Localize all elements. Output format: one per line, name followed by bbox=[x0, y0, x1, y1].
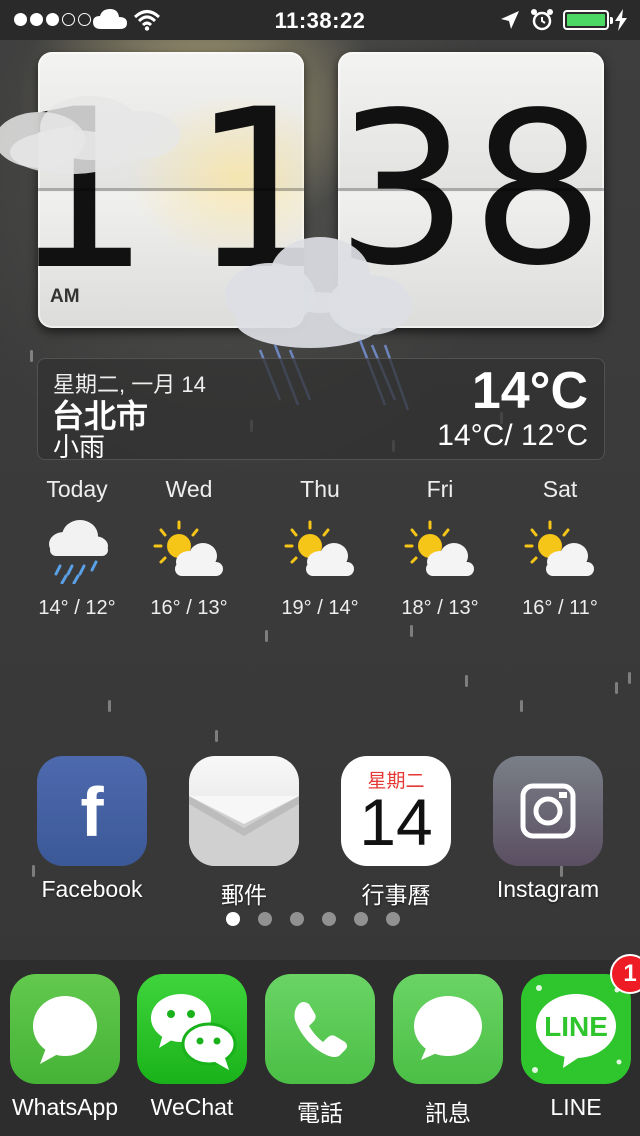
line-icon-text: LINE bbox=[544, 1011, 608, 1042]
forecast-day: Fri 18° / 13° bbox=[380, 476, 500, 620]
location-arrow-icon bbox=[501, 11, 519, 29]
weather-condition: 小雨 bbox=[53, 432, 106, 462]
forecast-temps: 14° / 12° bbox=[38, 597, 116, 619]
forecast-day-label: Fri bbox=[426, 476, 454, 502]
weather-summary[interactable]: 星期二, 一月 14 台北市 小雨 14°C 14°C/ 12°C bbox=[37, 358, 605, 462]
forecast-day-label: Sat bbox=[542, 476, 578, 502]
forecast-day-label: Wed bbox=[165, 476, 213, 502]
app-label: 訊息 bbox=[425, 1100, 471, 1126]
dock-app-line[interactable]: LINE LINE bbox=[511, 974, 640, 1121]
clock-ampm: AM bbox=[50, 286, 80, 307]
page-dot[interactable] bbox=[354, 912, 368, 926]
app-mail[interactable]: 郵件 bbox=[179, 756, 309, 910]
forecast-temps: 18° / 13° bbox=[401, 597, 479, 619]
partly-sunny-icon bbox=[404, 520, 474, 576]
partly-sunny-icon bbox=[284, 520, 354, 576]
forecast-day-label: Today bbox=[46, 476, 108, 502]
app-label: Instagram bbox=[496, 876, 600, 902]
dock-app-phone[interactable]: 電話 bbox=[255, 974, 385, 1128]
weather-temp-range: 14°C/ 12°C bbox=[437, 419, 588, 452]
battery-indicator bbox=[563, 10, 613, 30]
rain-cloud-icon bbox=[49, 520, 108, 584]
page-dot[interactable] bbox=[386, 912, 400, 926]
forecast-day: Sat 16° / 11° bbox=[500, 476, 620, 620]
wechat-icon[interactable] bbox=[137, 974, 247, 1084]
line-icon[interactable]: LINE bbox=[521, 974, 631, 1084]
weather-current-temp: 14°C bbox=[471, 362, 588, 420]
partly-sunny-icon bbox=[524, 520, 594, 576]
app-label: LINE bbox=[550, 1094, 602, 1120]
dock-app-wechat[interactable]: WeChat bbox=[127, 974, 257, 1121]
app-label: WhatsApp bbox=[11, 1094, 119, 1120]
page-dot[interactable] bbox=[226, 912, 240, 926]
app-label: 電話 bbox=[297, 1100, 343, 1126]
mail-icon[interactable] bbox=[189, 756, 299, 866]
clock-minutes-card[interactable]: 38 bbox=[338, 52, 604, 328]
clock-hours-card[interactable]: 11 AM bbox=[38, 52, 304, 328]
app-label: 行事曆 bbox=[361, 882, 431, 908]
forecast-day: Thu 19° / 14° bbox=[260, 476, 380, 620]
messages-icon[interactable] bbox=[393, 974, 503, 1084]
instagram-icon[interactable] bbox=[493, 756, 603, 866]
calendar-day: 14 bbox=[359, 785, 433, 859]
dock-app-whatsapp[interactable]: WhatsApp bbox=[0, 974, 130, 1121]
forecast-day: Wed 16° / 13° bbox=[129, 476, 249, 620]
page-indicator[interactable] bbox=[226, 912, 400, 926]
app-label: Facebook bbox=[41, 876, 143, 902]
app-label: WeChat bbox=[150, 1094, 234, 1120]
dock-app-messages[interactable]: 訊息 bbox=[383, 974, 513, 1128]
charging-bolt-icon bbox=[615, 9, 627, 31]
app-instagram[interactable]: Instagram bbox=[483, 756, 613, 903]
calendar-icon[interactable]: 星期二 14 bbox=[341, 756, 451, 866]
partly-sunny-icon bbox=[153, 520, 223, 576]
whatsapp-icon[interactable] bbox=[10, 974, 120, 1084]
app-facebook[interactable]: f Facebook bbox=[27, 756, 157, 903]
facebook-icon[interactable]: f bbox=[37, 756, 147, 866]
forecast-day: Today 14° / 12° bbox=[17, 476, 137, 620]
forecast-temps: 19° / 14° bbox=[281, 597, 359, 619]
page-dot[interactable] bbox=[290, 912, 304, 926]
alarm-clock-icon bbox=[531, 9, 553, 31]
phone-icon[interactable] bbox=[265, 974, 375, 1084]
page-dot[interactable] bbox=[258, 912, 272, 926]
forecast-temps: 16° / 13° bbox=[150, 597, 228, 619]
forecast-temps: 16° / 11° bbox=[522, 597, 598, 619]
forecast-day-label: Thu bbox=[300, 476, 340, 502]
page-dot[interactable] bbox=[322, 912, 336, 926]
app-calendar[interactable]: 星期二 14 行事曆 bbox=[331, 756, 461, 910]
app-label: 郵件 bbox=[221, 882, 267, 908]
status-bar: 11:38:22 bbox=[0, 0, 640, 40]
